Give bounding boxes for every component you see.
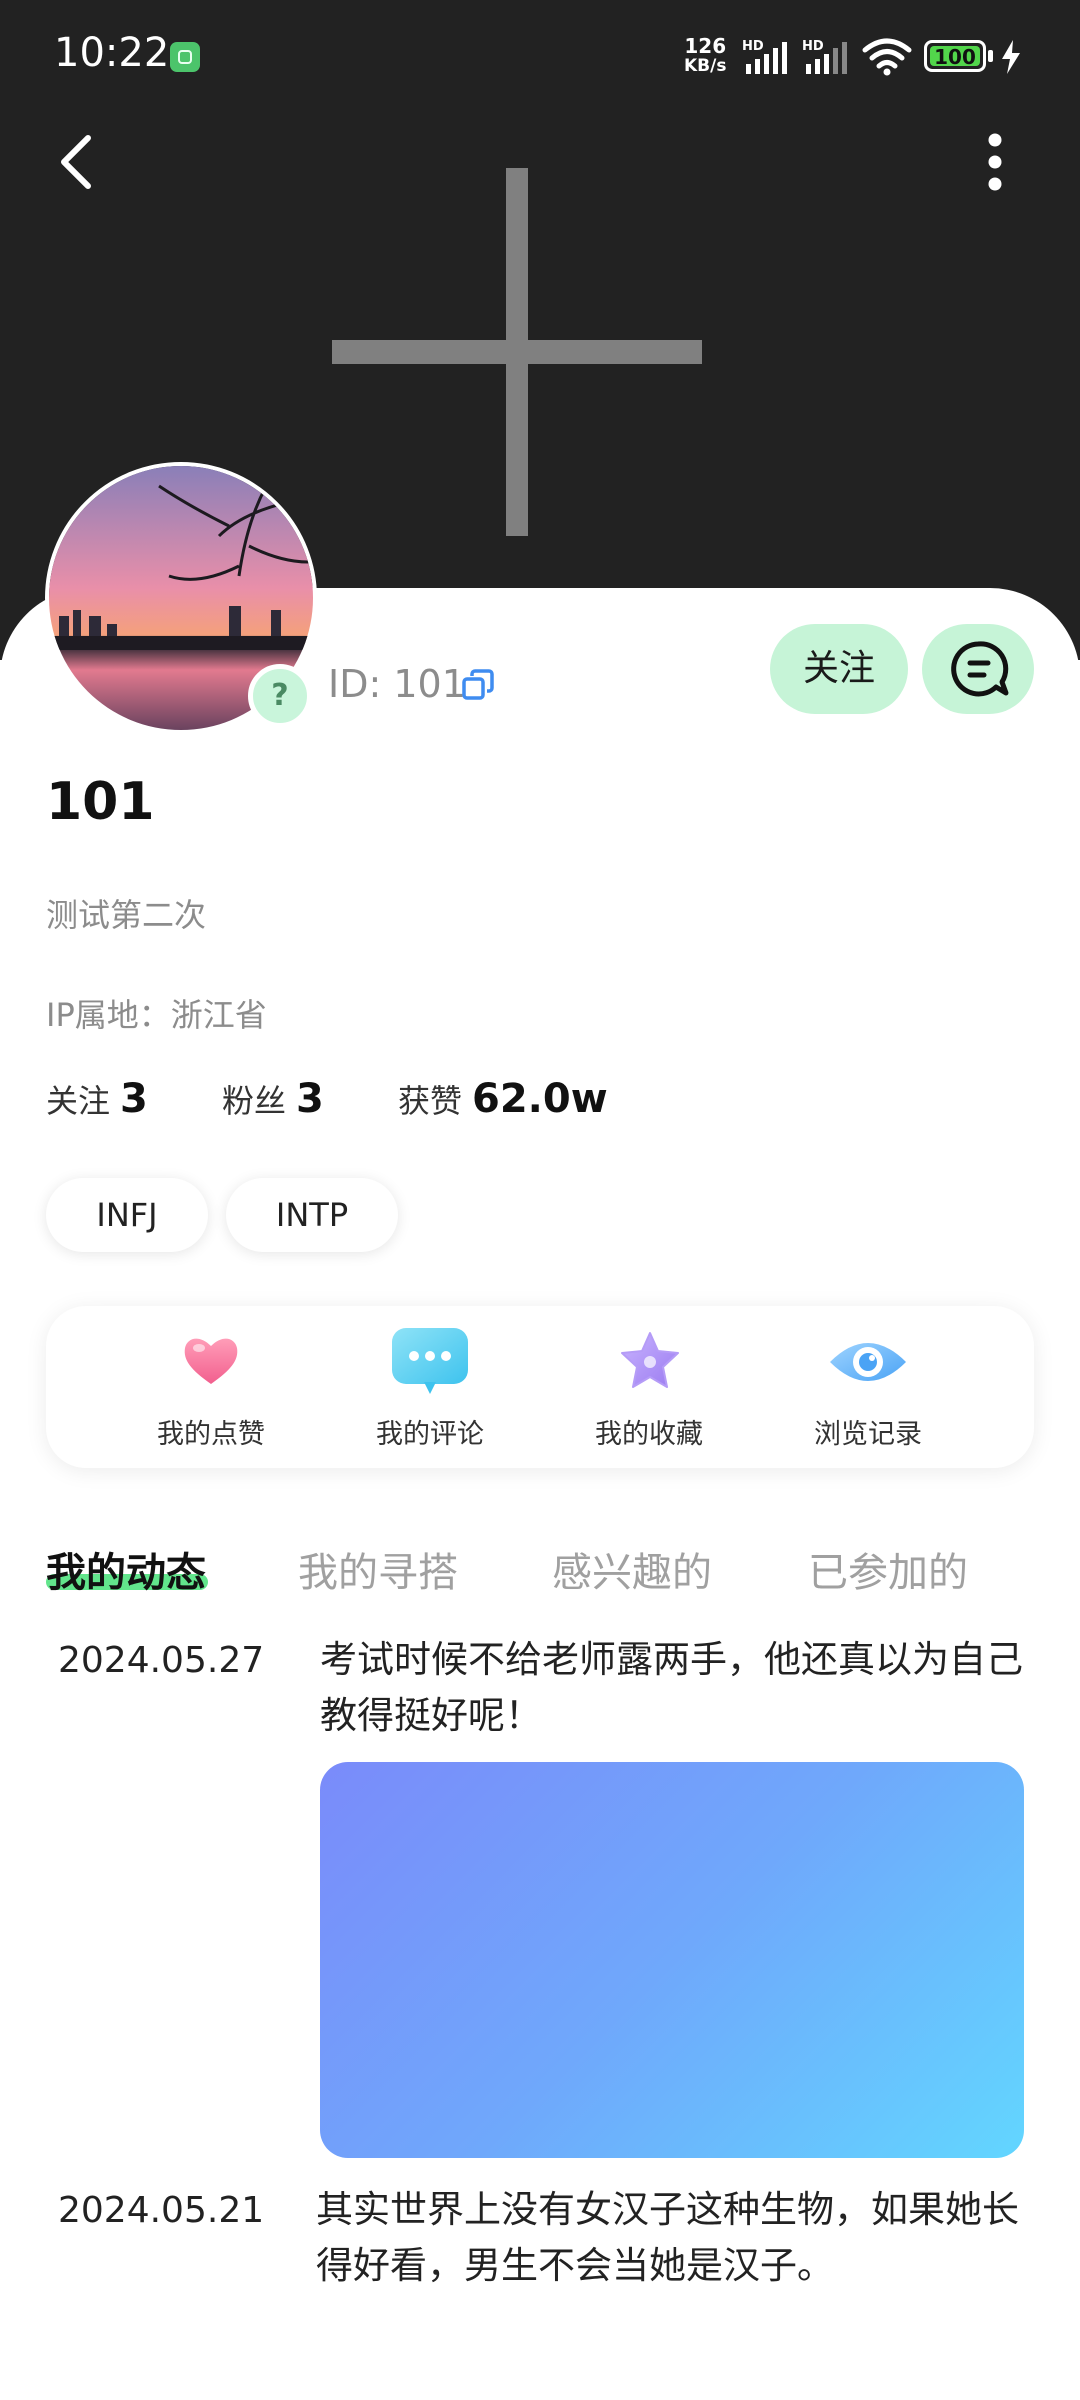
post-text[interactable]: 其实世界上没有女汉子这种生物，如果她长得好看，男生不会当她是汉子。 — [316, 2182, 1036, 2294]
copy-icon[interactable] — [460, 668, 496, 704]
stat-followers[interactable]: 粉丝 3 — [222, 1076, 324, 1122]
message-button[interactable] — [922, 624, 1034, 714]
stat-likes: 获赞 62.0w — [398, 1076, 608, 1122]
tab-my-partners[interactable]: 我的寻搭 — [298, 1540, 458, 1598]
battery-tip — [988, 50, 993, 62]
quick-actions: 我的点赞 我的评论 我的收藏 浏览记录 — [46, 1306, 1034, 1468]
post-text[interactable]: 考试时候不给老师露两手，他还真以为自己教得挺好呢！ — [320, 1632, 1040, 1744]
charging-icon — [1002, 40, 1020, 74]
battery-icon: 100 — [924, 40, 986, 72]
network-speed: 126 KB/s — [684, 34, 727, 76]
star-icon — [621, 1332, 679, 1388]
eye-icon — [830, 1343, 906, 1381]
nickname: 101 — [46, 772, 155, 832]
status-bar: 10:22 126 KB/s HD HD 100 — [0, 0, 1080, 110]
history-button[interactable]: 浏览记录 — [768, 1306, 968, 1468]
cover-plus-icon-bar — [332, 340, 702, 364]
heart-icon — [184, 1338, 238, 1384]
my-favorites-button[interactable]: 我的收藏 — [549, 1306, 749, 1468]
signal-icon: HD — [742, 39, 787, 74]
my-comments-button[interactable]: 我的评论 — [330, 1306, 530, 1468]
status-time: 10:22 — [54, 30, 170, 76]
comment-icon — [392, 1328, 468, 1394]
more-vertical-icon[interactable] — [968, 130, 1028, 194]
post-image[interactable] — [320, 1762, 1024, 2158]
bio: 测试第二次 — [46, 896, 207, 934]
svg-text:HD: HD — [802, 39, 824, 54]
wifi-icon — [862, 38, 912, 76]
app-notification-icon — [170, 42, 200, 72]
chat-icon — [951, 641, 1009, 697]
stat-following[interactable]: 关注 3 — [46, 1076, 148, 1122]
user-id: ID: 101 — [328, 662, 466, 706]
svg-text:HD: HD — [742, 39, 764, 54]
tag-chip[interactable]: INFJ — [46, 1178, 208, 1252]
help-icon[interactable]: ? — [248, 664, 312, 728]
post-date: 2024.05.21 — [58, 2190, 265, 2231]
tab-interested[interactable]: 感兴趣的 — [552, 1540, 712, 1598]
tab-my-posts[interactable]: 我的动态 — [46, 1540, 206, 1598]
signal-icon-2: HD — [802, 39, 847, 74]
post-date: 2024.05.27 — [58, 1640, 265, 1681]
ip-location: IP属地：浙江省 — [46, 996, 267, 1034]
back-icon[interactable] — [50, 132, 110, 192]
follow-button[interactable]: 关注 — [770, 624, 908, 714]
tab-joined[interactable]: 已参加的 — [808, 1540, 968, 1598]
my-likes-button[interactable]: 我的点赞 — [111, 1306, 311, 1468]
tag-chip[interactable]: INTP — [226, 1178, 398, 1252]
